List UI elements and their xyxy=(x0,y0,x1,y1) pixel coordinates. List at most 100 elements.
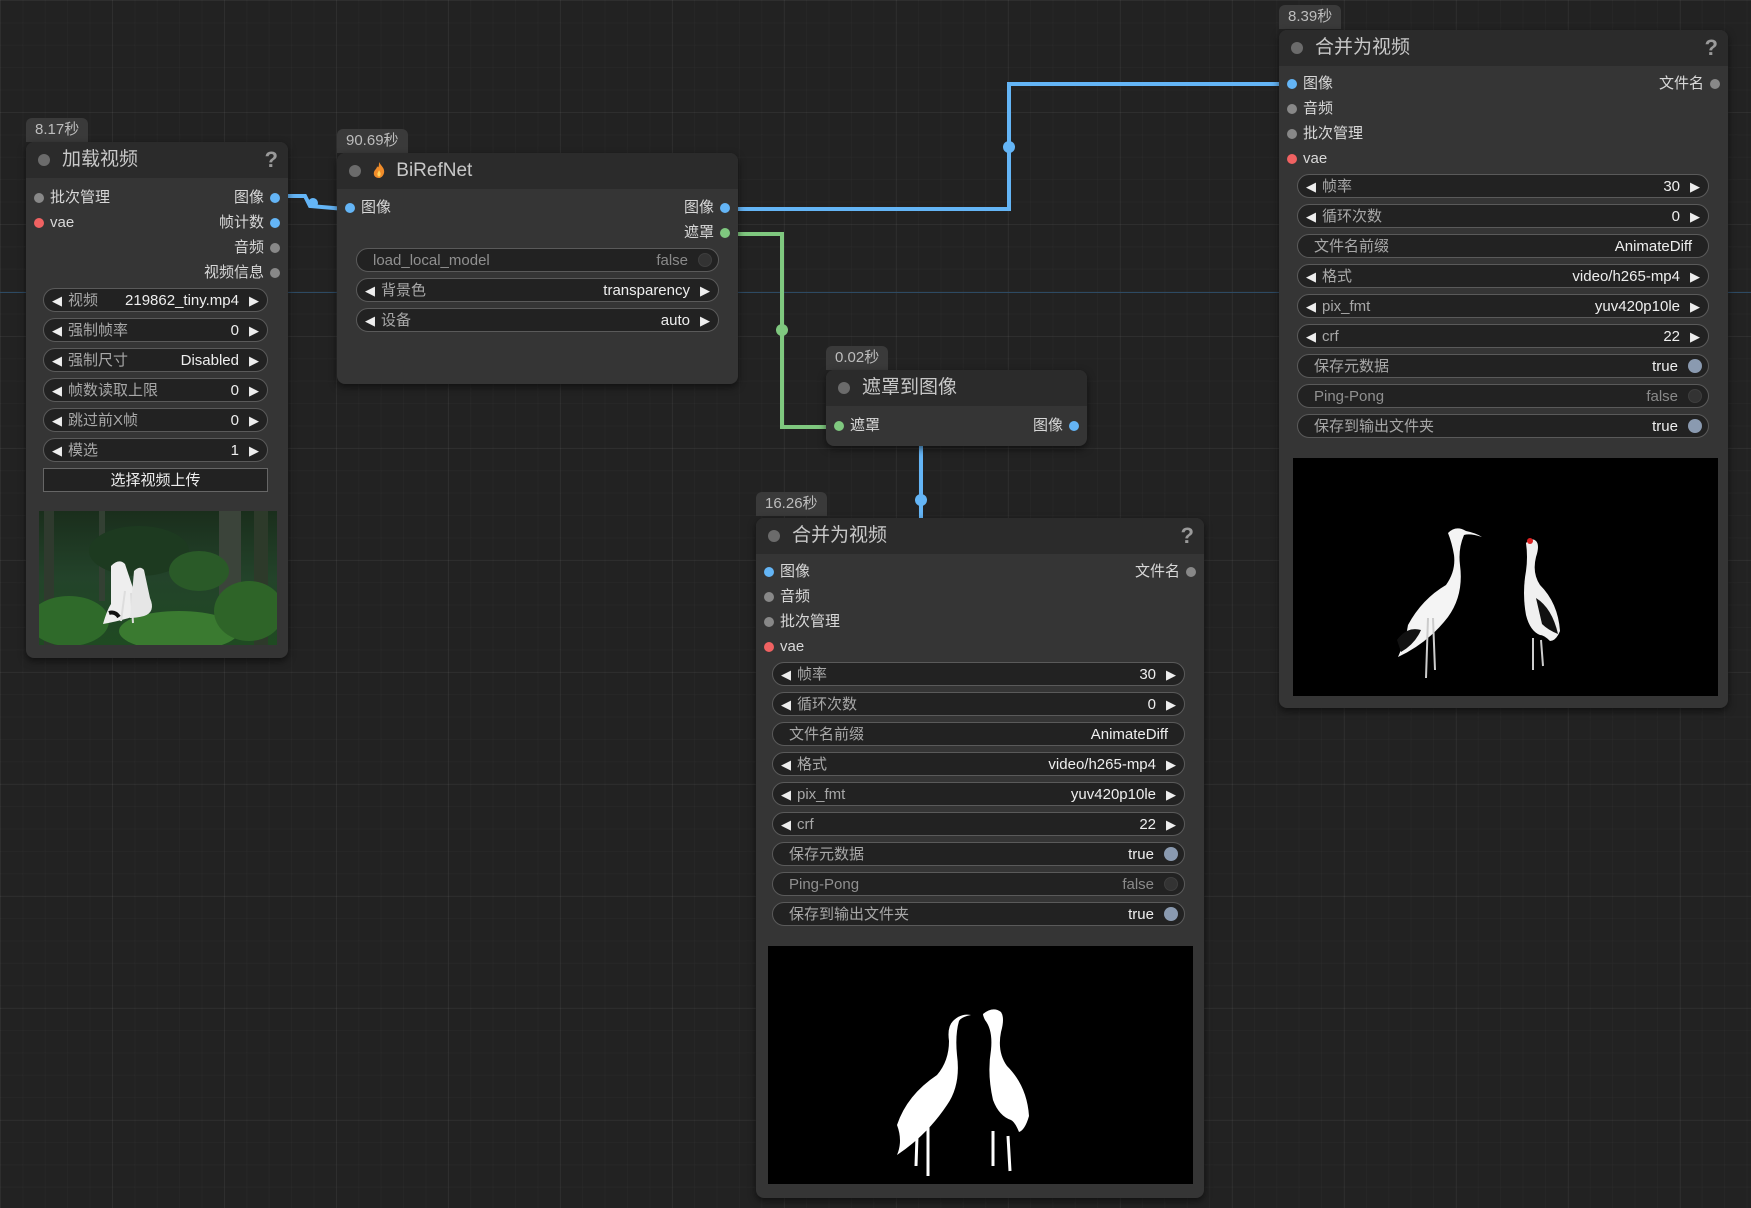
widget-background-color[interactable]: ◀ 背景色 transparency ▶ xyxy=(356,278,719,302)
arrow-right-icon[interactable]: ▶ xyxy=(1690,325,1700,349)
toggle-on-icon[interactable] xyxy=(1164,847,1178,861)
arrow-left-icon[interactable]: ◀ xyxy=(1306,175,1316,199)
widget-frame-rate[interactable]: ◀ 帧率 30 ▶ xyxy=(772,662,1185,686)
widget-save-output[interactable]: 保存到输出文件夹 true xyxy=(1297,414,1709,438)
arrow-right-icon[interactable]: ▶ xyxy=(249,379,259,403)
node-title[interactable]: 加载视频 ? xyxy=(26,142,288,178)
output-slot-filename[interactable]: 文件名 xyxy=(1659,73,1728,95)
toggle-off-icon[interactable] xyxy=(1688,389,1702,403)
arrow-right-icon[interactable]: ▶ xyxy=(249,439,259,463)
output-slot-image[interactable]: 图像 xyxy=(1033,415,1087,437)
arrow-left-icon[interactable]: ◀ xyxy=(781,753,791,777)
arrow-left-icon[interactable]: ◀ xyxy=(365,309,375,333)
widget-pix-fmt[interactable]: ◀ pix_fmt yuv420p10le ▶ xyxy=(772,782,1185,806)
node-load-video[interactable]: 加载视频 ? 批次管理 vae 图像 帧计数 音频 视频信息 ◀ 视频 219862… xyxy=(26,142,288,658)
collapse-dot-icon[interactable] xyxy=(349,165,361,177)
arrow-right-icon[interactable]: ▶ xyxy=(1166,783,1176,807)
arrow-left-icon[interactable]: ◀ xyxy=(1306,205,1316,229)
output-slot-frame-count[interactable]: 帧计数 xyxy=(219,212,288,234)
input-slot-image[interactable]: 图像 xyxy=(1279,73,1333,95)
arrow-right-icon[interactable]: ▶ xyxy=(1690,265,1700,289)
arrow-right-icon[interactable]: ▶ xyxy=(249,319,259,343)
node-canvas[interactable]: 8.17秒 加载视频 ? 批次管理 vae 图像 帧计数 音频 视频信息 ◀ 视频… xyxy=(0,0,1751,1208)
widget-frame-cap[interactable]: ◀ 帧数读取上限 0 ▶ xyxy=(43,378,268,402)
node-mask-to-image[interactable]: 遮罩到图像 遮罩 图像 xyxy=(826,370,1087,446)
output-slot-video-info[interactable]: 视频信息 xyxy=(204,262,288,284)
upload-video-button[interactable]: 选择视频上传 xyxy=(43,468,268,492)
help-icon[interactable]: ? xyxy=(1705,30,1718,66)
toggle-off-icon[interactable] xyxy=(698,253,712,267)
arrow-left-icon[interactable]: ◀ xyxy=(781,783,791,807)
arrow-right-icon[interactable]: ▶ xyxy=(249,289,259,313)
node-title[interactable]: BiRefNet xyxy=(337,153,738,189)
arrow-right-icon[interactable]: ▶ xyxy=(1690,175,1700,199)
input-slot-batch[interactable]: 批次管理 xyxy=(756,611,840,633)
input-slot-batch[interactable]: 批次管理 xyxy=(26,187,110,209)
widget-loop-count[interactable]: ◀ 循环次数 0 ▶ xyxy=(772,692,1185,716)
widget-device[interactable]: ◀ 设备 auto ▶ xyxy=(356,308,719,332)
widget-load-local-model[interactable]: load_local_model false xyxy=(356,248,719,272)
toggle-on-icon[interactable] xyxy=(1688,359,1702,373)
arrow-left-icon[interactable]: ◀ xyxy=(52,349,62,373)
widget-save-metadata[interactable]: 保存元数据 true xyxy=(1297,354,1709,378)
widget-pix-fmt[interactable]: ◀ pix_fmt yuv420p10le ▶ xyxy=(1297,294,1709,318)
collapse-dot-icon[interactable] xyxy=(38,154,50,166)
widget-format[interactable]: ◀ 格式 video/h265-mp4 ▶ xyxy=(772,752,1185,776)
collapse-dot-icon[interactable] xyxy=(1291,42,1303,54)
arrow-right-icon[interactable]: ▶ xyxy=(1166,753,1176,777)
widget-filename-prefix[interactable]: 文件名前缀 AnimateDiff xyxy=(1297,234,1709,258)
input-slot-vae[interactable]: vae xyxy=(26,212,74,234)
output-slot-mask[interactable]: 遮罩 xyxy=(684,222,738,244)
widget-save-metadata[interactable]: 保存元数据 true xyxy=(772,842,1185,866)
arrow-left-icon[interactable]: ◀ xyxy=(781,693,791,717)
arrow-right-icon[interactable]: ▶ xyxy=(249,409,259,433)
arrow-right-icon[interactable]: ▶ xyxy=(249,349,259,373)
collapse-dot-icon[interactable] xyxy=(838,382,850,394)
help-icon[interactable]: ? xyxy=(265,142,278,178)
input-slot-mask[interactable]: 遮罩 xyxy=(826,415,880,437)
arrow-left-icon[interactable]: ◀ xyxy=(52,319,62,343)
node-title[interactable]: 合并为视频 ? xyxy=(1279,30,1728,66)
widget-skip-frames[interactable]: ◀ 跳过前X帧 0 ▶ xyxy=(43,408,268,432)
arrow-left-icon[interactable]: ◀ xyxy=(1306,295,1316,319)
widget-crf[interactable]: ◀ crf 22 ▶ xyxy=(1297,324,1709,348)
widget-force-fps[interactable]: ◀ 强制帧率 0 ▶ xyxy=(43,318,268,342)
widget-crf[interactable]: ◀ crf 22 ▶ xyxy=(772,812,1185,836)
input-slot-vae[interactable]: vae xyxy=(1279,148,1327,170)
widget-format[interactable]: ◀ 格式 video/h265-mp4 ▶ xyxy=(1297,264,1709,288)
input-slot-audio[interactable]: 音频 xyxy=(756,586,810,608)
node-title[interactable]: 合并为视频 ? xyxy=(756,518,1204,554)
node-birefnet[interactable]: BiRefNet 图像 图像 遮罩 load_local_model false … xyxy=(337,153,738,384)
arrow-right-icon[interactable]: ▶ xyxy=(1690,295,1700,319)
input-slot-vae[interactable]: vae xyxy=(756,636,804,658)
input-slot-batch[interactable]: 批次管理 xyxy=(1279,123,1363,145)
help-icon[interactable]: ? xyxy=(1181,518,1194,554)
output-slot-audio[interactable]: 音频 xyxy=(234,237,288,259)
node-combine-video-image[interactable]: 合并为视频 ? 图像 音频 批次管理 vae 文件名 ◀ 帧率 30 ▶ ◀ 循环次数 0… xyxy=(1279,30,1728,708)
toggle-on-icon[interactable] xyxy=(1688,419,1702,433)
arrow-right-icon[interactable]: ▶ xyxy=(1166,663,1176,687)
arrow-right-icon[interactable]: ▶ xyxy=(1690,205,1700,229)
arrow-left-icon[interactable]: ◀ xyxy=(781,663,791,687)
arrow-left-icon[interactable]: ◀ xyxy=(365,279,375,303)
output-slot-image[interactable]: 图像 xyxy=(234,187,288,209)
arrow-right-icon[interactable]: ▶ xyxy=(1166,813,1176,837)
input-slot-image[interactable]: 图像 xyxy=(337,197,391,219)
arrow-right-icon[interactable]: ▶ xyxy=(700,279,710,303)
widget-video[interactable]: ◀ 视频 219862_tiny.mp4 ▶ xyxy=(43,288,268,312)
node-combine-video-mask[interactable]: 合并为视频 ? 图像 音频 批次管理 vae 文件名 ◀ 帧率 30 ▶ ◀ 循环次数 0… xyxy=(756,518,1204,1198)
widget-save-output[interactable]: 保存到输出文件夹 true xyxy=(772,902,1185,926)
widget-select-nth[interactable]: ◀ 模选 1 ▶ xyxy=(43,438,268,462)
arrow-right-icon[interactable]: ▶ xyxy=(700,309,710,333)
arrow-left-icon[interactable]: ◀ xyxy=(52,409,62,433)
widget-frame-rate[interactable]: ◀ 帧率 30 ▶ xyxy=(1297,174,1709,198)
arrow-left-icon[interactable]: ◀ xyxy=(52,289,62,313)
arrow-right-icon[interactable]: ▶ xyxy=(1166,693,1176,717)
input-slot-image[interactable]: 图像 xyxy=(756,561,810,583)
arrow-left-icon[interactable]: ◀ xyxy=(52,439,62,463)
widget-ping-pong[interactable]: Ping-Pong false xyxy=(772,872,1185,896)
widget-force-size[interactable]: ◀ 强制尺寸 Disabled ▶ xyxy=(43,348,268,372)
input-slot-audio[interactable]: 音频 xyxy=(1279,98,1333,120)
toggle-off-icon[interactable] xyxy=(1164,877,1178,891)
widget-ping-pong[interactable]: Ping-Pong false xyxy=(1297,384,1709,408)
